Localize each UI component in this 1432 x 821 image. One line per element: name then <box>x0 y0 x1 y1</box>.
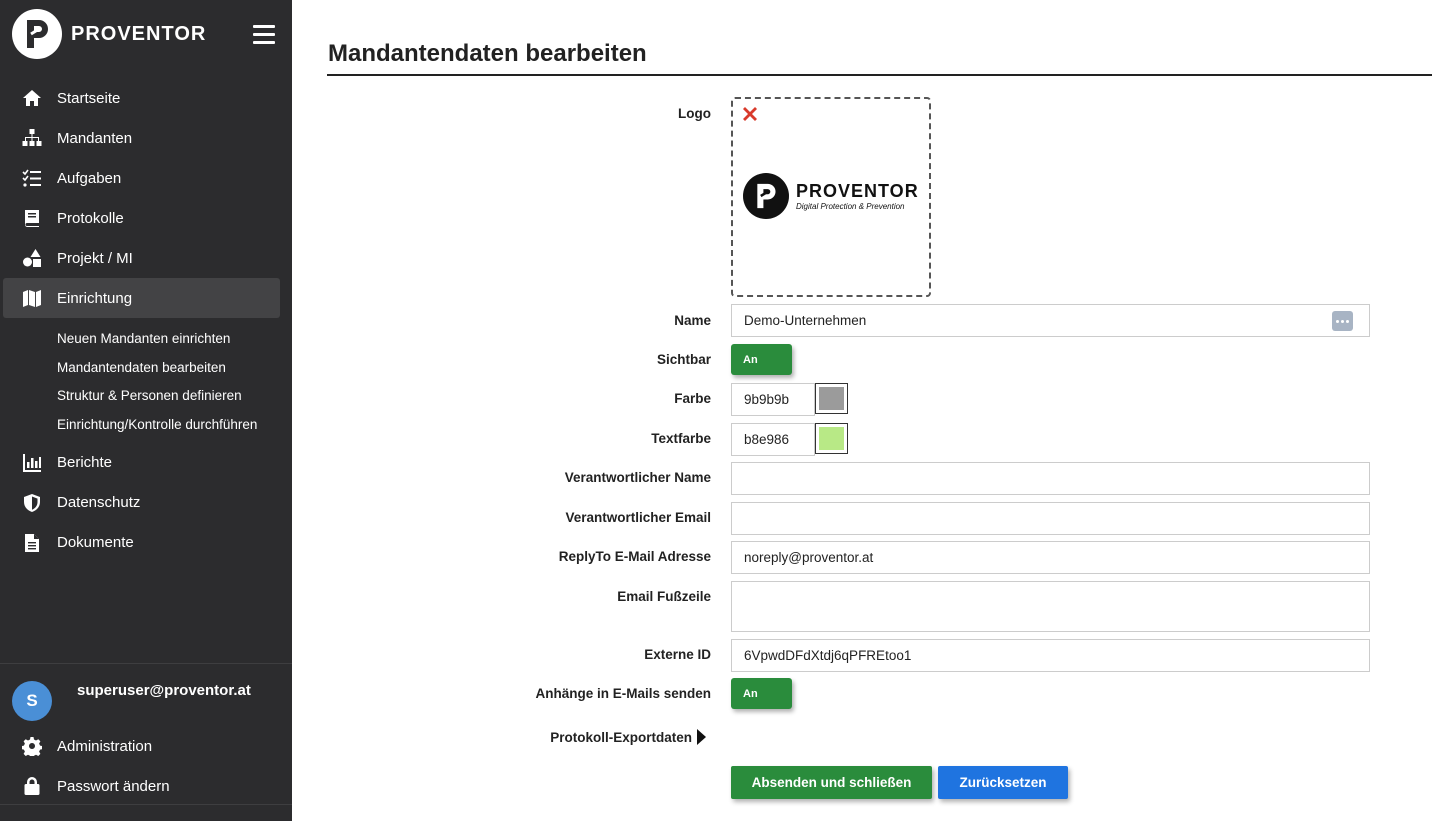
logo-text: PROVENTOR Digital Protection & Preventio… <box>796 181 919 211</box>
logo-upload-area[interactable]: PROVENTOR Digital Protection & Preventio… <box>731 97 931 297</box>
nav-label: Dokumente <box>57 534 134 552</box>
resp-name-label: Verantwortlicher Name <box>564 470 711 485</box>
color-label: Farbe <box>674 391 711 406</box>
nav-label: Aufgaben <box>57 169 122 187</box>
remove-logo-icon[interactable] <box>741 105 759 123</box>
attachments-label: Anhänge in E-Mails senden <box>535 686 711 701</box>
document-icon <box>22 533 42 553</box>
subnav-item-kontrolle[interactable]: Einrichtung/Kontrolle durchführen <box>57 410 292 439</box>
nav-label: Datenschutz <box>57 494 141 512</box>
replyto-label: ReplyTo E-Mail Adresse <box>558 549 711 564</box>
nav-item-mandanten[interactable]: Mandanten <box>0 118 292 158</box>
submit-button[interactable]: Absenden und schließen <box>731 766 932 799</box>
nav-item-berichte[interactable]: Berichte <box>0 443 292 483</box>
main-content: Mandantendaten bearbeiten Logo PROVENTOR… <box>292 0 1432 821</box>
visible-toggle[interactable]: An <box>731 344 792 375</box>
main-nav: Startseite Mandanten Aufgaben Protokolle… <box>0 78 292 563</box>
avatar[interactable]: S <box>12 681 52 721</box>
nav-item-dokumente[interactable]: Dokumente <box>0 523 292 563</box>
logo-tagline: Digital Protection & Prevention <box>796 202 905 211</box>
sidebar-user-section: S superuser@proventor.at Administration … <box>0 663 292 806</box>
page-title: Mandantendaten bearbeiten <box>328 40 647 67</box>
nav-item-startseite[interactable]: Startseite <box>0 78 292 118</box>
resp-email-label: Verantwortlicher Email <box>565 510 711 525</box>
logo-label: Logo <box>678 106 711 121</box>
footer-textarea[interactable] <box>731 581 1370 632</box>
replyto-input[interactable] <box>731 541 1370 574</box>
external-id-input[interactable] <box>731 639 1370 672</box>
nav-item-aufgaben[interactable]: Aufgaben <box>0 158 292 198</box>
nav-item-einrichtung[interactable]: Einrichtung <box>3 278 280 318</box>
nav-item-administration[interactable]: Administration <box>0 726 292 766</box>
user-info: S superuser@proventor.at <box>0 664 292 726</box>
logo-mark-icon <box>743 173 789 219</box>
book-icon <box>22 208 42 228</box>
gear-icon <box>22 736 42 756</box>
nav-label: Einrichtung <box>57 289 133 307</box>
user-email: superuser@proventor.at <box>77 682 251 699</box>
resp-email-input[interactable] <box>731 502 1370 535</box>
sidebar: PROVENTOR Startseite Mandanten Aufgaben <box>0 0 292 821</box>
attachments-toggle[interactable]: An <box>731 678 792 709</box>
divider <box>0 804 292 805</box>
external-id-label: Externe ID <box>644 647 711 662</box>
color-input[interactable] <box>731 383 815 416</box>
lock-icon <box>22 776 42 796</box>
name-label: Name <box>674 313 711 328</box>
footer-label: Email Fußzeile <box>617 589 711 604</box>
tasks-icon <box>22 168 42 188</box>
export-data-expander[interactable]: Protokoll-Exportdaten <box>550 729 706 745</box>
resp-name-input[interactable] <box>731 462 1370 495</box>
nav-item-projekt[interactable]: Projekt / MI <box>0 238 292 278</box>
nav-item-protokolle[interactable]: Protokolle <box>0 198 292 238</box>
logo-image: PROVENTOR Digital Protection & Preventio… <box>743 173 919 219</box>
name-input[interactable]: Demo-Unternehmen <box>731 304 1370 337</box>
color-swatch[interactable] <box>815 383 848 414</box>
sitemap-icon <box>22 128 42 148</box>
nav-label: Administration <box>57 737 153 755</box>
title-divider <box>327 74 1432 76</box>
name-value: Demo-Unternehmen <box>744 313 867 328</box>
brand-logo-icon <box>12 9 62 59</box>
subnav-item-struktur[interactable]: Struktur & Personen definieren <box>57 381 292 410</box>
menu-toggle-icon[interactable] <box>253 25 275 45</box>
logo-brand-name: PROVENTOR <box>796 181 919 201</box>
subnav-item-neuen-mandanten[interactable]: Neuen Mandanten einrichten <box>57 324 292 353</box>
shapes-icon <box>22 248 42 268</box>
home-icon <box>22 88 42 108</box>
more-options-icon[interactable] <box>1332 311 1353 331</box>
map-icon <box>22 288 42 308</box>
textcolor-label: Textfarbe <box>651 431 711 446</box>
textcolor-swatch[interactable] <box>815 423 848 454</box>
nav-item-passwort[interactable]: Passwort ändern <box>0 766 292 806</box>
nav-label: Berichte <box>57 454 113 472</box>
nav-label: Mandanten <box>57 129 133 147</box>
caret-right-icon <box>697 729 706 745</box>
reset-button[interactable]: Zurücksetzen <box>938 766 1068 799</box>
visible-label: Sichtbar <box>656 352 711 367</box>
chart-icon <box>22 453 42 473</box>
shield-icon <box>22 493 42 513</box>
textcolor-input[interactable] <box>731 423 815 456</box>
nav-label: Startseite <box>57 89 121 107</box>
brand-logo[interactable]: PROVENTOR <box>12 9 206 59</box>
subnav-einrichtung: Neuen Mandanten einrichten Mandantendate… <box>0 318 292 443</box>
export-data-label: Protokoll-Exportdaten <box>550 729 692 745</box>
nav-label: Passwort ändern <box>57 777 170 795</box>
subnav-item-mandantendaten[interactable]: Mandantendaten bearbeiten <box>57 353 292 382</box>
nav-label: Protokolle <box>57 209 124 227</box>
nav-item-datenschutz[interactable]: Datenschutz <box>0 483 292 523</box>
nav-label: Projekt / MI <box>57 249 133 267</box>
brand-name: PROVENTOR <box>71 22 207 45</box>
